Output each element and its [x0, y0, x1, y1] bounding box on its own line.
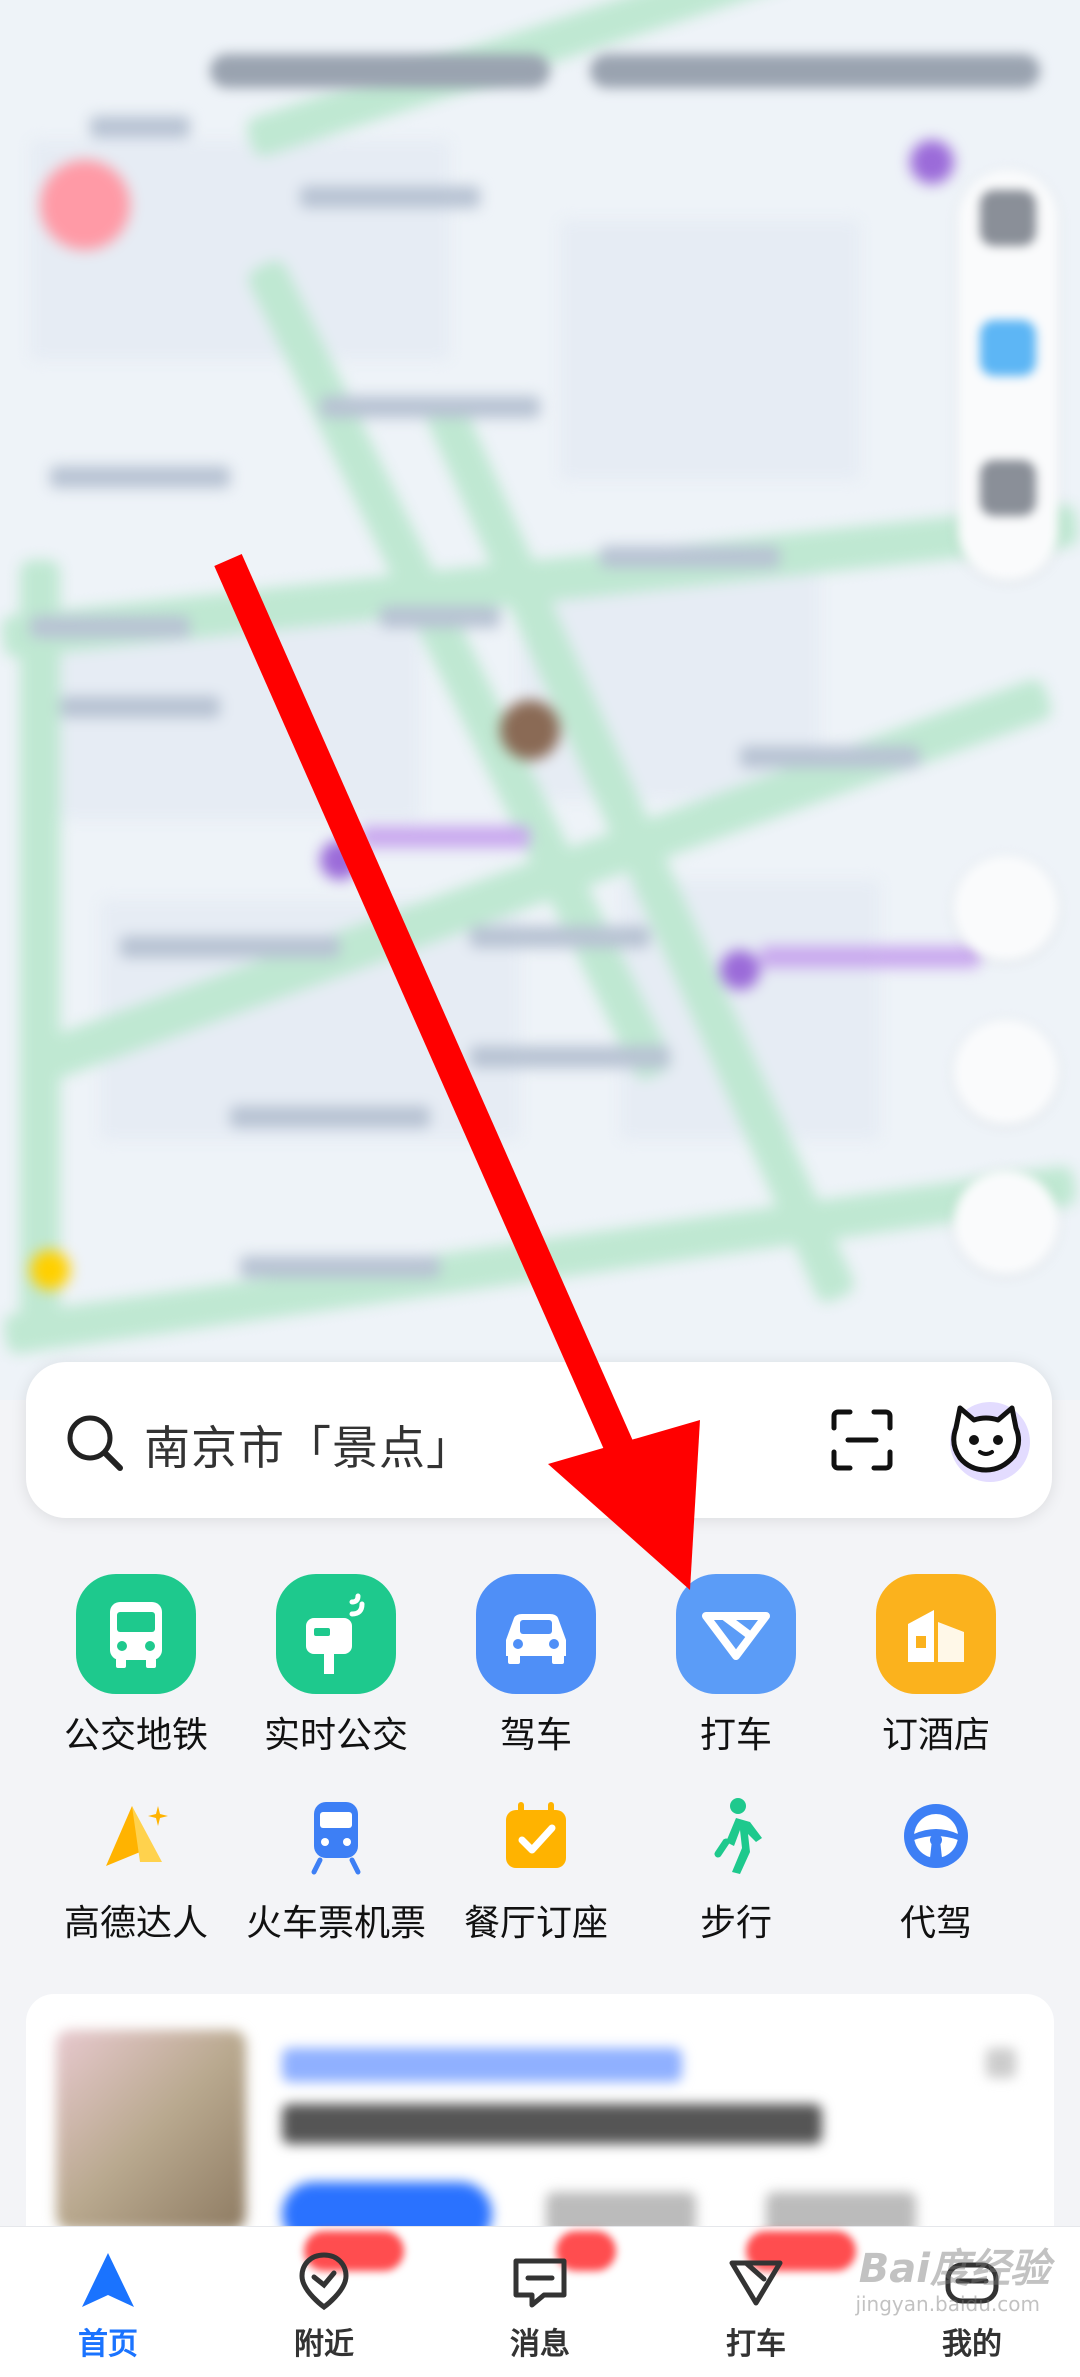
- annotation-arrow: [214, 553, 700, 1590]
